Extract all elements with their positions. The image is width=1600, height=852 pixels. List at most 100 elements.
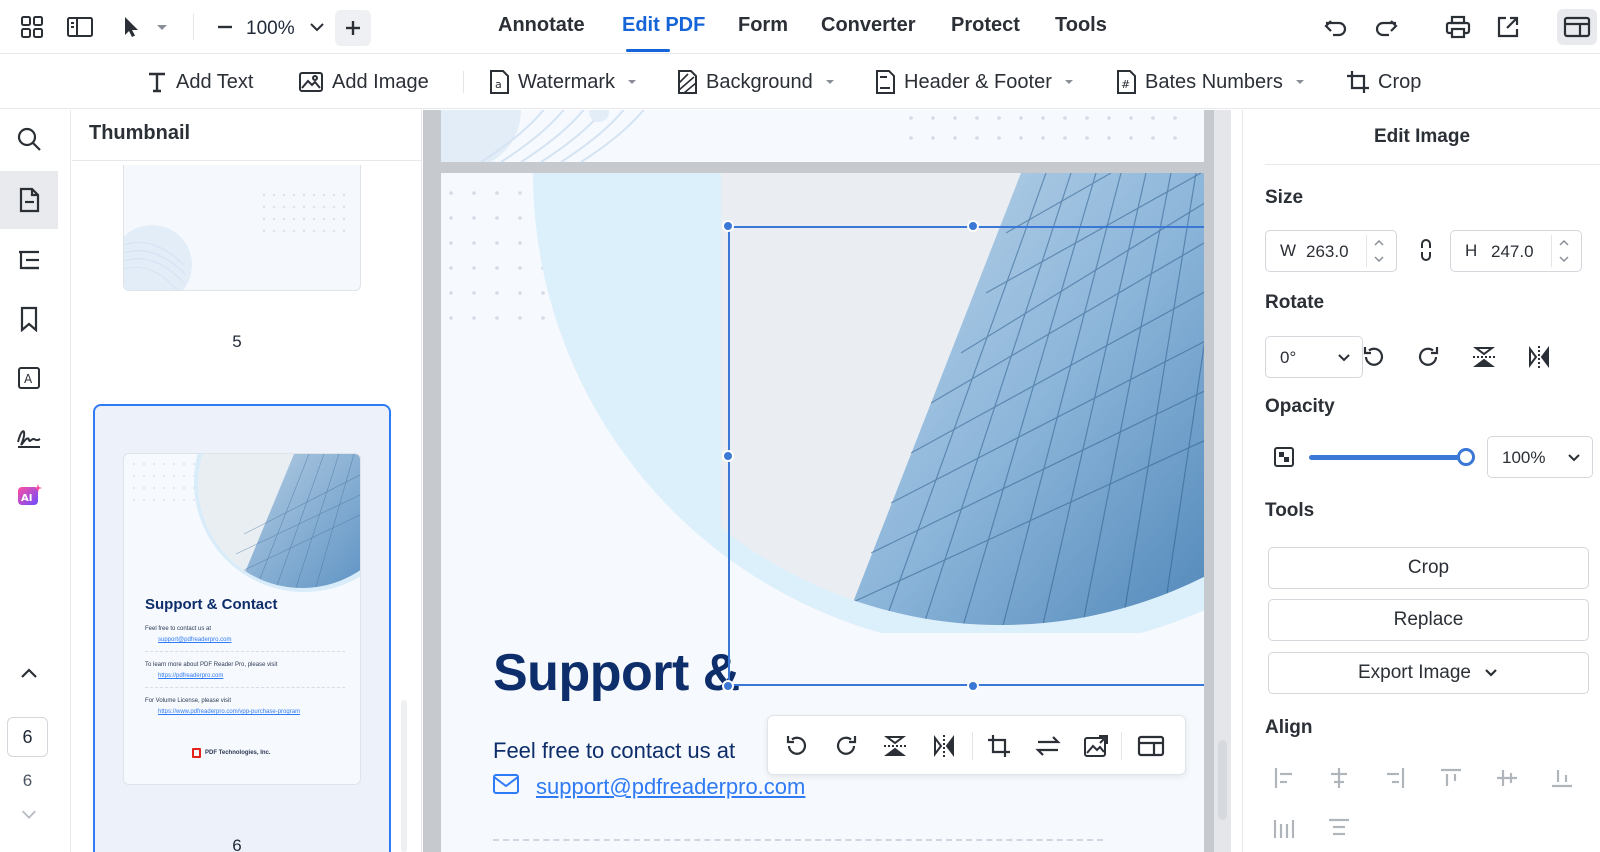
replace-image-icon[interactable]	[1033, 731, 1063, 761]
opacity-slider-handle[interactable]	[1457, 448, 1475, 466]
ai-assistant-icon[interactable]: AI	[0, 467, 58, 525]
crop-button[interactable]: Crop	[1268, 547, 1589, 589]
pointer-dropdown-icon[interactable]	[156, 24, 168, 32]
rotate-left-icon[interactable]	[782, 731, 812, 761]
outline-list-icon[interactable]	[0, 231, 58, 289]
tab-form[interactable]: Form	[738, 14, 788, 37]
bates-numbers-button[interactable]: # Bates Numbers	[1115, 67, 1305, 97]
form-field-icon[interactable]: A	[0, 349, 58, 407]
image-selection-box[interactable]	[728, 226, 1204, 686]
thumbnail-page-icon[interactable]	[0, 171, 58, 229]
add-image-button[interactable]: Add Image	[298, 67, 429, 97]
tab-annotate[interactable]: Annotate	[498, 14, 585, 37]
flip-horizontal-icon[interactable]	[929, 731, 959, 761]
opacity-slider-track[interactable]	[1309, 455, 1467, 460]
share-export-icon[interactable]	[1490, 9, 1526, 45]
background-button[interactable]: Background	[676, 67, 835, 97]
previous-page-chevron-up-icon[interactable]	[0, 646, 58, 702]
resize-handle-bottom[interactable]	[967, 680, 979, 692]
align-top-icon[interactable]	[1437, 764, 1465, 792]
header-footer-button[interactable]: Header & Footer	[874, 67, 1074, 97]
print-icon[interactable]	[1440, 9, 1476, 45]
thumb6-company: PDF Technologies, Inc.	[205, 750, 271, 756]
rotate-right-icon[interactable]	[831, 731, 861, 761]
stepper-down-icon[interactable]	[1367, 251, 1391, 267]
distribute-vertical-icon[interactable]	[1325, 814, 1353, 842]
contact-line[interactable]: Feel free to contact us at	[493, 738, 735, 764]
resize-handle-top-left[interactable]	[722, 220, 734, 232]
align-center-vertical-icon[interactable]	[1493, 764, 1521, 792]
watermark-button[interactable]: a Watermark	[488, 67, 637, 97]
signature-icon[interactable]	[0, 409, 58, 467]
support-email-link[interactable]: support@pdfreaderpro.com	[536, 774, 805, 800]
current-page-input[interactable]: 6	[7, 717, 48, 757]
caret-down-icon	[628, 80, 637, 84]
page-heading[interactable]: Support &	[493, 643, 740, 703]
align-right-icon[interactable]	[1381, 764, 1409, 792]
opacity-select[interactable]: 100%	[1487, 436, 1593, 478]
sidebar-toggle-icon[interactable]	[62, 9, 98, 45]
crop-toolbar-button[interactable]: Crop	[1346, 67, 1421, 97]
panel-layout-icon[interactable]	[1557, 9, 1597, 45]
align-section-label: Align	[1265, 717, 1313, 738]
total-pages-label: 6	[22, 771, 33, 790]
height-stepper	[1551, 235, 1575, 267]
undo-icon[interactable]	[1318, 9, 1354, 45]
stepper-down-icon[interactable]	[1552, 251, 1576, 267]
header-footer-label: Header & Footer	[904, 70, 1052, 93]
distribute-horizontal-icon[interactable]	[1270, 814, 1298, 842]
company-logo-icon	[192, 748, 201, 758]
toolbar-divider	[972, 732, 973, 760]
edit-image-panel-title: Edit Image	[1373, 126, 1471, 147]
zoom-value[interactable]: 100%	[246, 18, 295, 40]
select-pointer-icon[interactable]	[112, 9, 148, 45]
rotate-angle-select[interactable]: 0°	[1265, 336, 1363, 378]
replace-button[interactable]: Replace	[1268, 599, 1589, 641]
resize-handle-left[interactable]	[722, 450, 734, 462]
next-page-chevron-down-icon[interactable]	[0, 794, 58, 834]
export-image-icon[interactable]	[1081, 731, 1111, 761]
thumbnail-page-5[interactable]	[123, 165, 361, 291]
properties-panel-icon[interactable]	[1136, 731, 1166, 761]
thumbnail-page-6[interactable]: Support & Contact Feel free to contact u…	[123, 453, 361, 785]
crop-image-icon[interactable]	[984, 731, 1014, 761]
tab-converter[interactable]: Converter	[821, 14, 915, 37]
tab-protect[interactable]: Protect	[951, 14, 1020, 37]
bookmark-icon[interactable]	[0, 290, 58, 348]
height-field[interactable]: H 247.0	[1450, 230, 1582, 272]
page-dashed-divider	[493, 839, 1103, 841]
document-scrollbar-thumb[interactable]	[1218, 740, 1227, 820]
rotate-right-icon[interactable]	[1412, 341, 1444, 373]
height-field-value[interactable]: 247.0	[1491, 242, 1534, 262]
zoom-in-button[interactable]	[335, 10, 371, 46]
thumb6-divider	[145, 687, 345, 688]
flip-vertical-icon[interactable]	[880, 731, 910, 761]
add-text-button[interactable]: Add Text	[146, 67, 253, 97]
resize-handle-bottom-left[interactable]	[722, 680, 734, 692]
tab-tools[interactable]: Tools	[1055, 14, 1107, 37]
stepper-up-icon[interactable]	[1552, 235, 1576, 251]
grid-apps-icon[interactable]	[14, 9, 50, 45]
zoom-out-button[interactable]	[210, 12, 240, 42]
width-field[interactable]: W 263.0	[1265, 230, 1397, 272]
document-scrollbar[interactable]	[1214, 110, 1231, 852]
zoom-chevron-down-icon[interactable]	[307, 17, 327, 37]
aspect-ratio-link-icon[interactable]	[1416, 238, 1436, 262]
rotate-left-icon[interactable]	[1358, 341, 1390, 373]
resize-handle-top[interactable]	[967, 220, 979, 232]
redo-icon[interactable]	[1368, 9, 1404, 45]
flip-horizontal-icon[interactable]	[1523, 341, 1555, 373]
flip-vertical-icon[interactable]	[1468, 341, 1500, 373]
thumb6-line2: To learn more about PDF Reader Pro, plea…	[145, 662, 278, 668]
tab-edit-pdf[interactable]: Edit PDF	[622, 14, 705, 37]
stepper-up-icon[interactable]	[1367, 235, 1391, 251]
align-bottom-icon[interactable]	[1548, 764, 1576, 792]
align-center-horizontal-icon[interactable]	[1325, 764, 1353, 792]
search-icon[interactable]	[0, 110, 58, 168]
thumb6-email: support@pdfreaderpro.com	[158, 637, 232, 643]
export-image-button[interactable]: Export Image	[1268, 652, 1589, 694]
width-field-value[interactable]: 263.0	[1306, 242, 1349, 262]
thumbnail-scrollbar[interactable]	[401, 700, 407, 852]
align-left-icon[interactable]	[1270, 764, 1298, 792]
opacity-section-label: Opacity	[1265, 396, 1335, 417]
